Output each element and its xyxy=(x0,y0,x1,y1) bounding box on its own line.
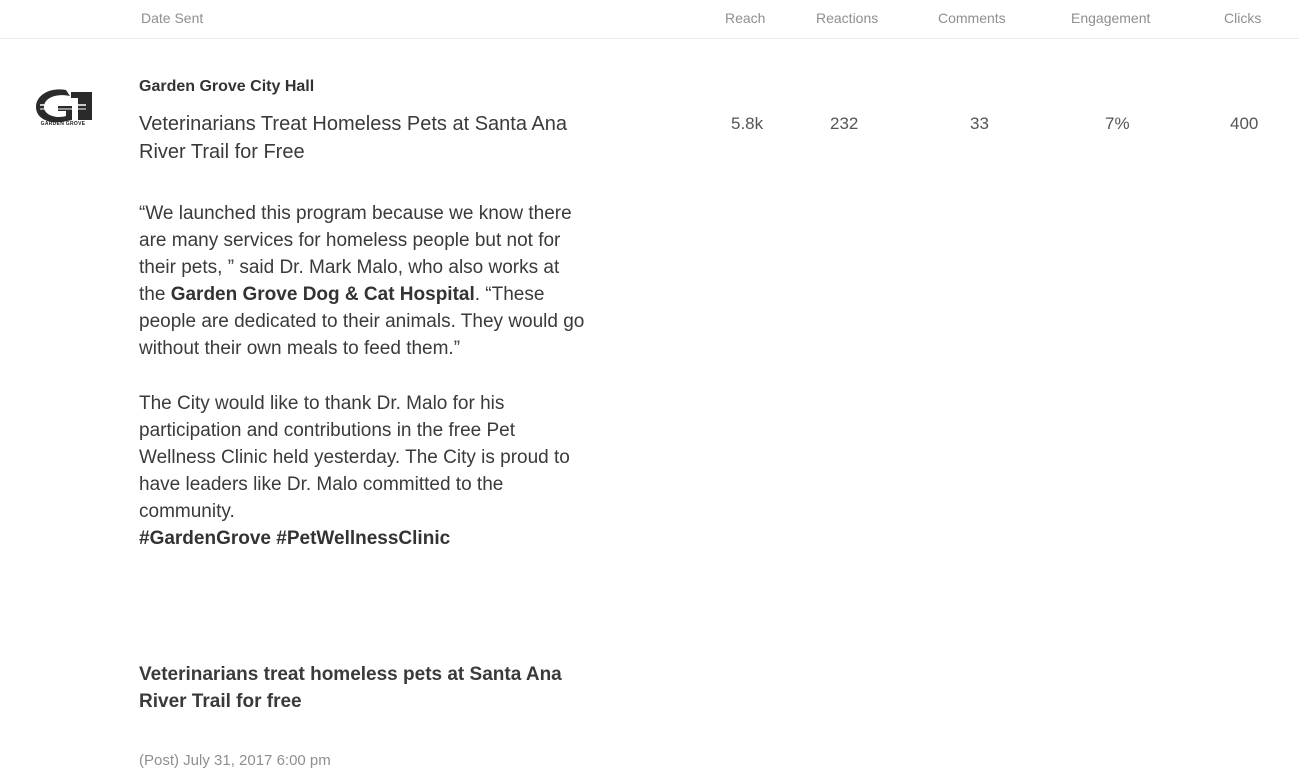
metric-clicks: 400 xyxy=(1230,114,1259,133)
column-header-engagement[interactable]: Engagement xyxy=(1071,10,1150,26)
column-header-clicks[interactable]: Clicks xyxy=(1224,10,1261,26)
post-date: (Post) July 31, 2017 6:00 pm xyxy=(139,752,331,769)
logo-caption: GARDEN GROVE xyxy=(40,121,86,127)
column-header-reactions[interactable]: Reactions xyxy=(816,10,878,26)
table-header: Date Sent Reach Reactions Comments Engag… xyxy=(0,0,1299,39)
metric-engagement: 7% xyxy=(1105,114,1130,133)
link-preview-title[interactable]: Veterinarians treat homeless pets at San… xyxy=(139,661,589,715)
column-header-reach[interactable]: Reach xyxy=(725,10,765,26)
metric-comments: 33 xyxy=(970,114,989,133)
column-header-date-sent[interactable]: Date Sent xyxy=(141,10,203,26)
post-report-page: Date Sent Reach Reactions Comments Engag… xyxy=(0,0,1299,776)
metric-reactions: 232 xyxy=(830,114,859,133)
post-title[interactable]: Veterinarians Treat Homeless Pets at San… xyxy=(139,110,579,166)
post-paragraph-1: “We launched this program because we kno… xyxy=(139,200,589,362)
metric-reach: 5.8k xyxy=(731,114,764,133)
post-hashtags[interactable]: #GardenGrove #PetWellnessClinic xyxy=(139,528,450,549)
post-paragraph-2: The City would like to thank Dr. Malo fo… xyxy=(139,390,589,552)
post-body: “We launched this program because we kno… xyxy=(139,200,589,552)
post-paragraph-2-text: The City would like to thank Dr. Malo fo… xyxy=(139,393,570,522)
hospital-mention[interactable]: Garden Grove Dog & Cat Hospital xyxy=(171,284,475,305)
page-name[interactable]: Garden Grove City Hall xyxy=(139,78,314,96)
column-header-comments[interactable]: Comments xyxy=(938,10,1006,26)
